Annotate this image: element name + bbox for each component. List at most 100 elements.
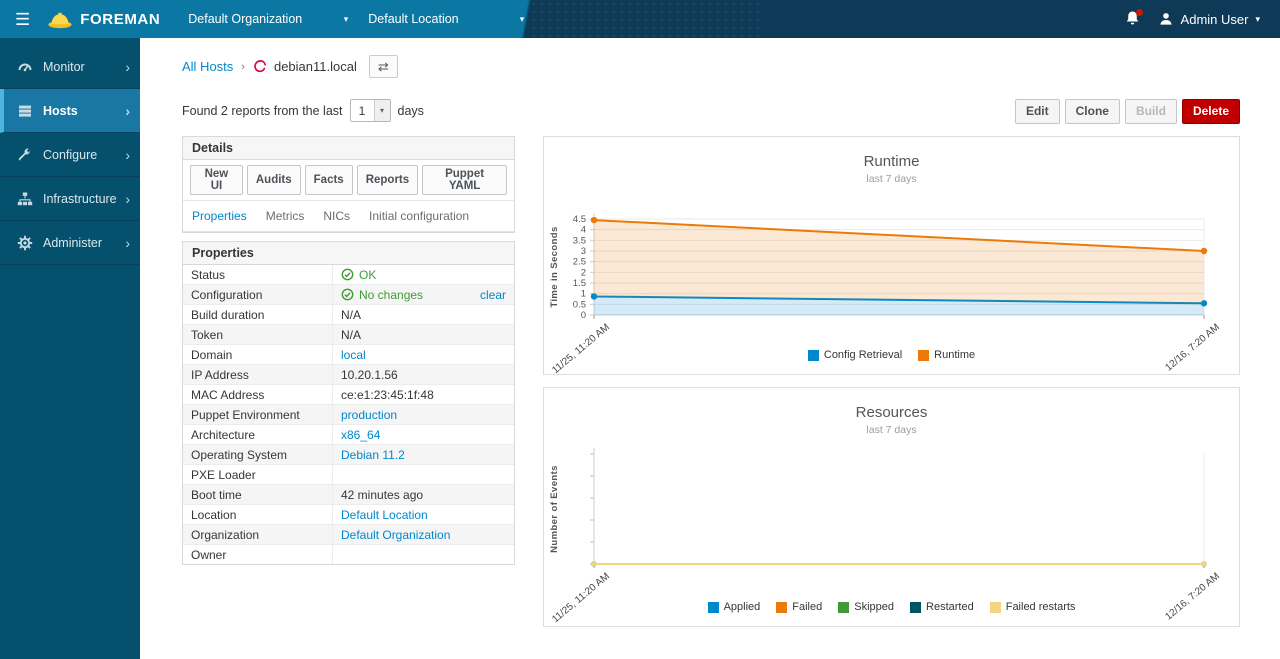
property-label: Configuration: [183, 285, 333, 304]
svg-text:1: 1: [581, 289, 586, 300]
property-value: local: [333, 345, 514, 364]
hardhat-icon: [47, 10, 73, 29]
table-row: Domainlocal: [183, 345, 514, 365]
sidebar-item-administer[interactable]: Administer ›: [0, 221, 140, 265]
table-row: LocationDefault Location: [183, 505, 514, 525]
svg-text:4: 4: [581, 225, 586, 236]
sidebar-item-label: Administer: [43, 236, 102, 250]
details-tabs: Properties Metrics NICs Initial configurati…: [183, 200, 514, 232]
property-label: Architecture: [183, 425, 333, 444]
property-link[interactable]: Default Organization: [341, 528, 450, 542]
details-panel-title: Details: [183, 137, 514, 160]
svg-text:0.5: 0.5: [573, 300, 586, 311]
chevron-right-icon: ›: [125, 235, 130, 251]
sidebar-item-configure[interactable]: Configure›: [0, 133, 140, 177]
property-link[interactable]: Default Location: [341, 508, 428, 522]
sidebar-item-infrastructure[interactable]: Infrastructure›: [0, 177, 140, 221]
property-text: N/A: [341, 328, 361, 342]
property-label: PXE Loader: [183, 465, 333, 484]
property-link[interactable]: Debian 11.2: [341, 448, 405, 462]
resources-chart-title: Resources: [544, 404, 1239, 421]
table-row: OrganizationDefault Organization: [183, 525, 514, 545]
property-value: x86_64: [333, 425, 514, 444]
tab-metrics[interactable]: Metrics: [266, 209, 305, 223]
sidebar-item-hosts[interactable]: Hosts›: [0, 89, 140, 133]
clone-button[interactable]: Clone: [1065, 99, 1120, 124]
facts-button[interactable]: Facts: [305, 165, 353, 195]
table-row: Owner: [183, 545, 514, 564]
sitemap-icon: [17, 191, 33, 207]
build-button: Build: [1125, 99, 1177, 124]
property-label: Build duration: [183, 305, 333, 324]
sidebar-item-label: Monitor: [43, 60, 85, 74]
puppet-yaml-button[interactable]: Puppet YAML: [422, 165, 507, 195]
details-action-buttons: New UIAuditsFactsReportsPuppet YAML: [183, 160, 514, 200]
delete-button[interactable]: Delete: [1182, 99, 1240, 124]
org-selector[interactable]: Default Organization ▾: [188, 12, 348, 26]
sidebar-item-monitor[interactable]: Monitor›: [0, 45, 140, 89]
property-value: 10.20.1.56: [333, 365, 514, 384]
property-value: No changes clear: [333, 285, 514, 304]
property-link[interactable]: x86_64: [341, 428, 380, 442]
location-selector[interactable]: Default Location ▾: [368, 12, 524, 26]
breadcrumb-all-hosts-link[interactable]: All Hosts: [182, 59, 233, 74]
property-link[interactable]: local: [341, 348, 366, 362]
brand-logo[interactable]: FOREMAN: [47, 10, 160, 29]
main-content: All Hosts › debian11.local ⇄ Found 2 rep…: [140, 38, 1280, 659]
brand-name: FOREMAN: [80, 11, 160, 28]
charts-column: Runtime last 7 days Config RetrievalRunt…: [543, 136, 1240, 639]
notifications-bell[interactable]: [1124, 10, 1142, 28]
svg-text:3.5: 3.5: [573, 236, 586, 247]
runtime-chart-panel: Runtime last 7 days Config RetrievalRunt…: [543, 136, 1240, 375]
status-ok-text: OK: [359, 268, 376, 282]
gear-icon: [17, 235, 33, 251]
ok-check-icon: [341, 288, 354, 301]
days-select[interactable]: 1 ▾: [350, 99, 391, 122]
property-text: N/A: [341, 308, 361, 322]
status-ok-text: No changes: [359, 288, 423, 302]
audits-button[interactable]: Audits: [247, 165, 301, 195]
svg-text:0: 0: [581, 310, 586, 321]
switch-host-view-button[interactable]: ⇄: [369, 55, 398, 78]
property-text: 42 minutes ago: [341, 488, 423, 502]
hamburger-icon[interactable]: ☰: [15, 11, 30, 28]
switch-host-view-icon: ⇄: [378, 59, 389, 75]
edit-button[interactable]: Edit: [1015, 99, 1060, 124]
table-row: Status OK: [183, 265, 514, 285]
user-menu[interactable]: Admin User ▾: [1158, 11, 1260, 27]
table-row: PXE Loader: [183, 465, 514, 485]
top-navbar: ☰ FOREMAN Default Organization ▾ Default…: [0, 0, 1280, 38]
caret-down-icon: ▾: [520, 14, 525, 25]
property-value: [333, 465, 514, 484]
location-selector-label: Default Location: [368, 12, 458, 26]
svg-text:2.5: 2.5: [573, 257, 586, 268]
notification-dot: [1136, 9, 1143, 16]
svg-text:11/25, 11:20 AM: 11/25, 11:20 AM: [550, 322, 612, 375]
caret-down-icon: ▾: [374, 100, 390, 121]
wrench-icon: [17, 147, 33, 163]
svg-text:12/16, 7:20 AM: 12/16, 7:20 AM: [1163, 322, 1222, 374]
clear-link[interactable]: clear: [480, 288, 506, 302]
table-row: Puppet Environment production: [183, 405, 514, 425]
tab-properties[interactable]: Properties: [192, 209, 247, 223]
table-row: Build duration N/A: [183, 305, 514, 325]
chevron-right-icon: ›: [125, 103, 130, 119]
table-row: Configuration No changes clear: [183, 285, 514, 305]
property-label: Puppet Environment: [183, 405, 333, 424]
chevron-right-icon: ›: [125, 147, 130, 163]
svg-text:1.5: 1.5: [573, 278, 586, 289]
property-value: N/A: [333, 325, 514, 344]
property-label: Status: [183, 265, 333, 284]
sidebar-item-label: Infrastructure: [43, 192, 117, 206]
svg-text:11/25, 11:20 AM: 11/25, 11:20 AM: [550, 571, 612, 624]
runtime-chart: 00.511.522.533.544.511/25, 11:20 AM12/16…: [544, 197, 1241, 375]
resources-chart: 11/25, 11:20 AM12/16, 7:20 AMNumber of E…: [544, 446, 1241, 624]
tab-nics[interactable]: NICs: [323, 209, 350, 223]
property-link[interactable]: production: [341, 408, 397, 422]
details-column: Details New UIAuditsFactsReportsPuppet Y…: [182, 136, 515, 639]
server-icon: [17, 103, 33, 119]
tab-initial-configuration[interactable]: Initial configuration: [369, 209, 469, 223]
new-ui-button[interactable]: New UI: [190, 165, 243, 195]
host-action-buttons: EditCloneBuildDelete: [1015, 99, 1240, 124]
reports-button[interactable]: Reports: [357, 165, 418, 195]
